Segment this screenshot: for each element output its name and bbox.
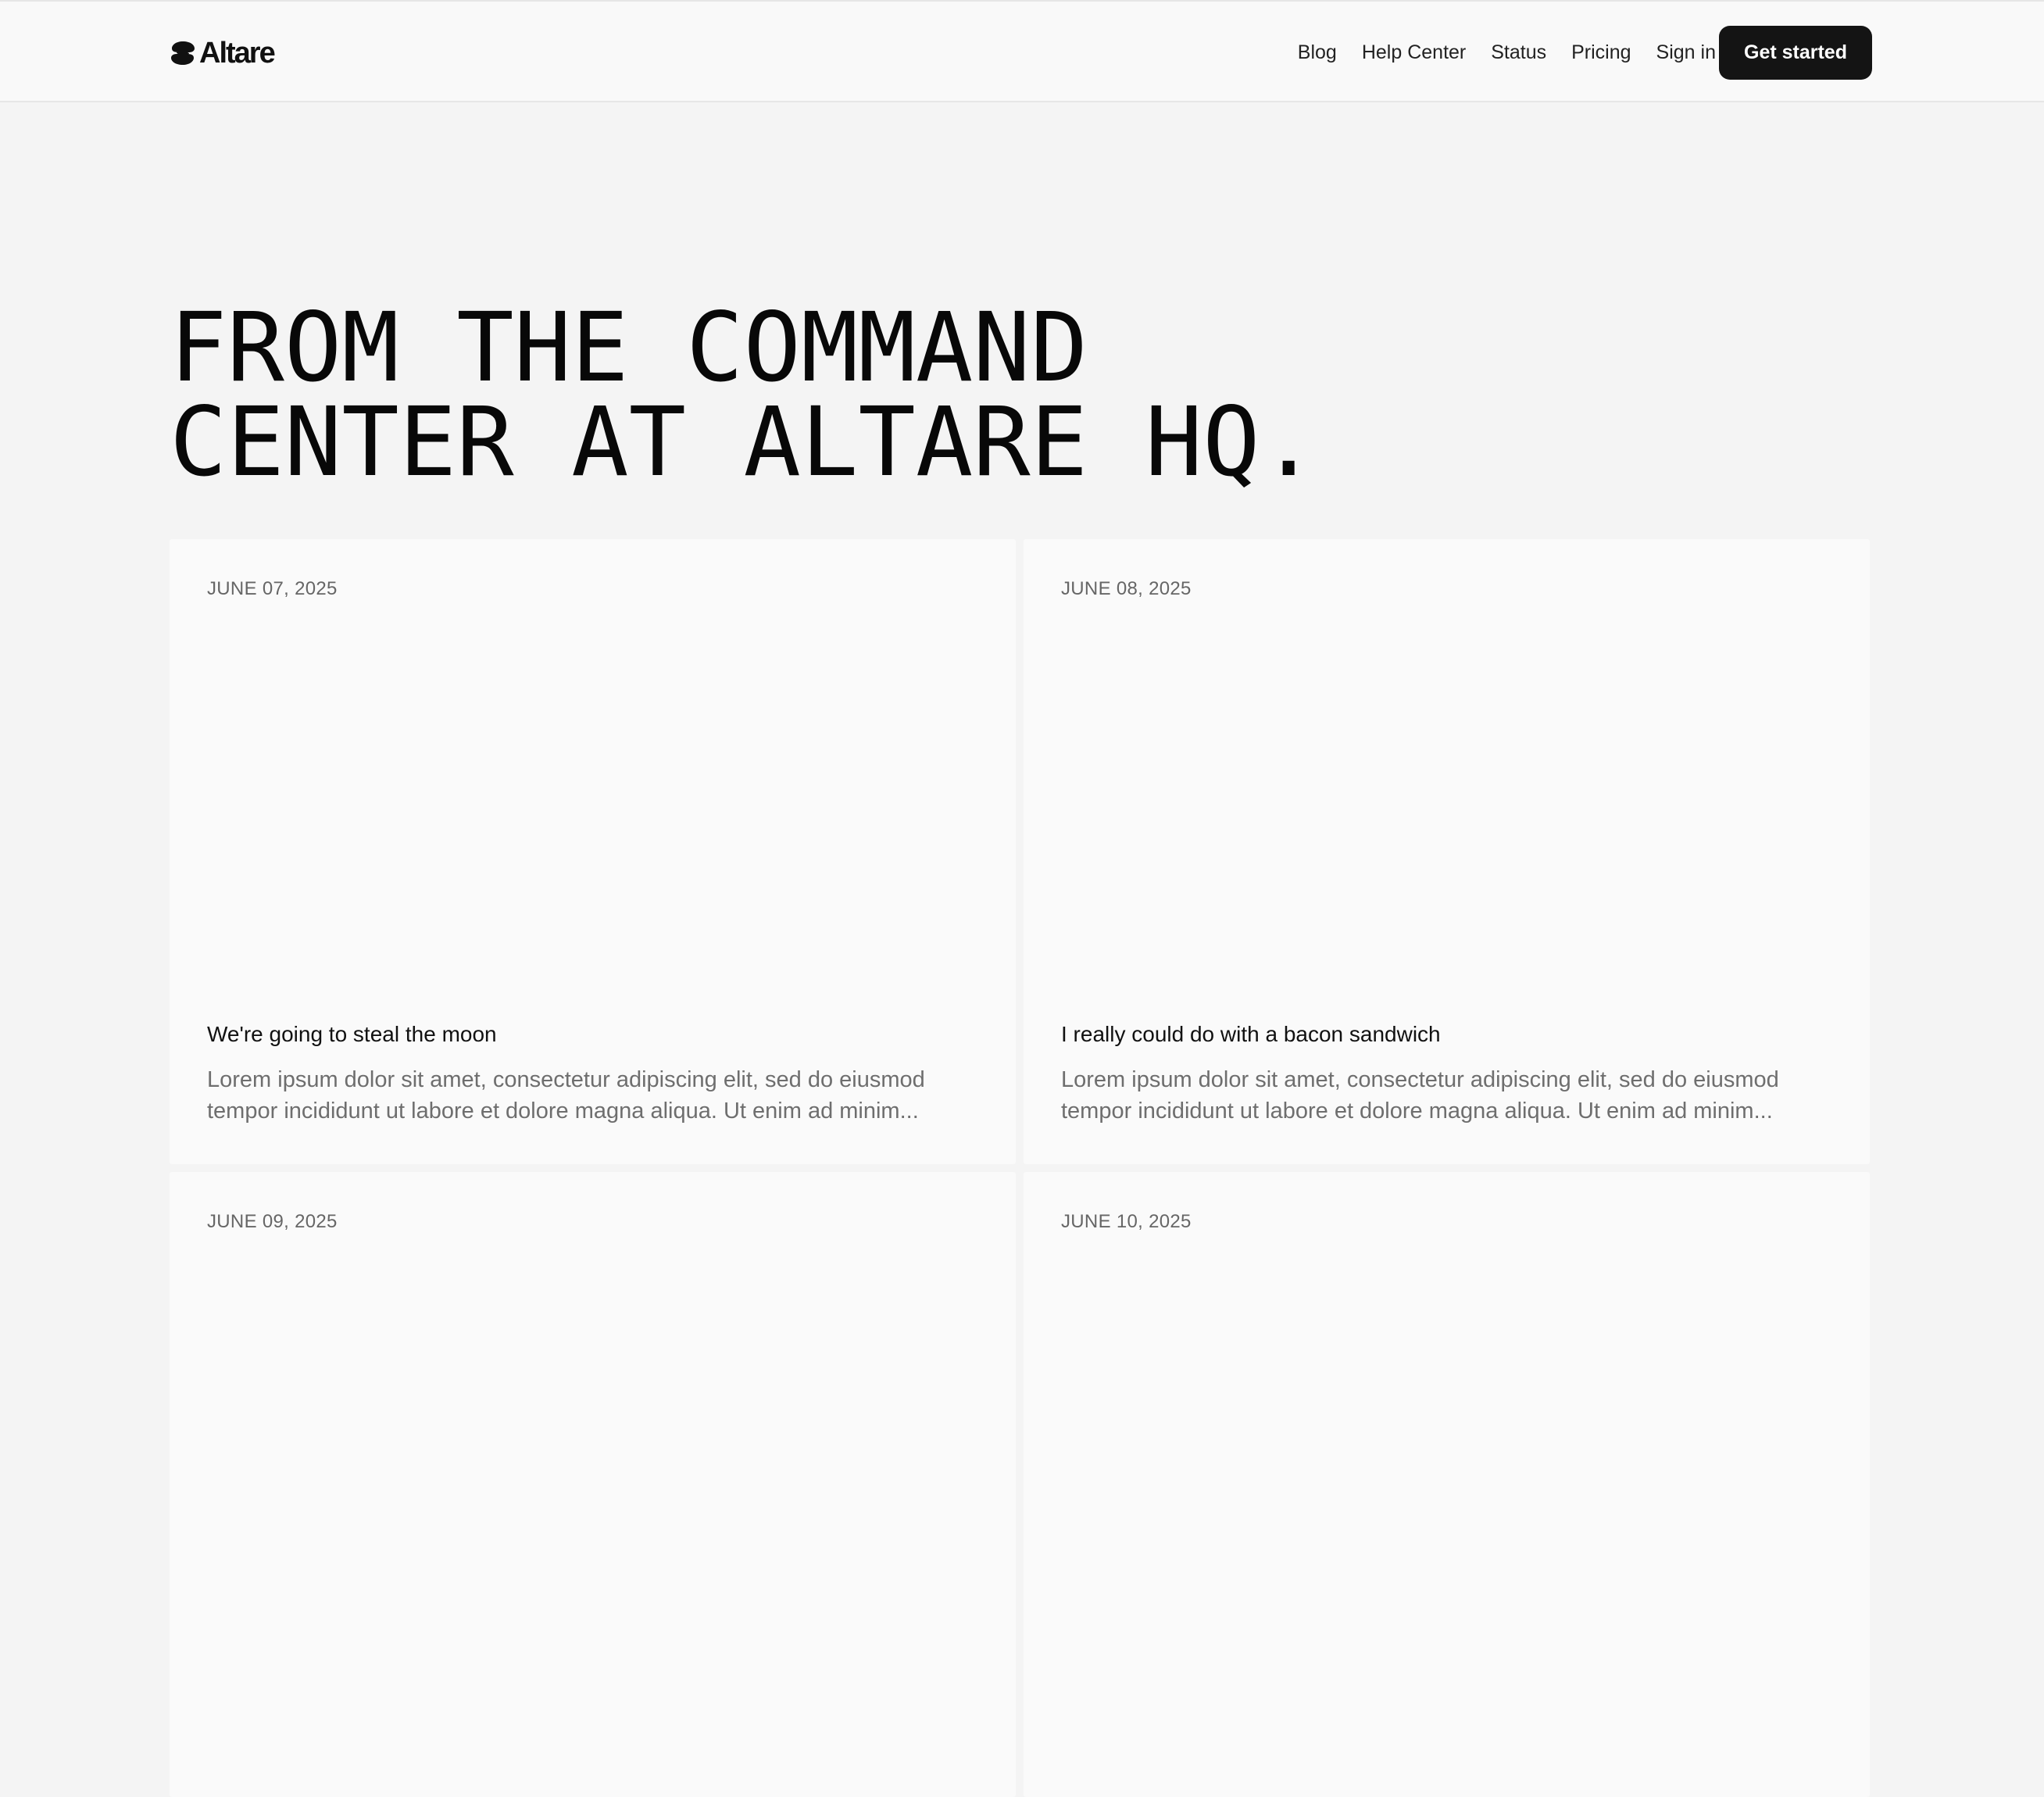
nav-status-link[interactable]: Status: [1491, 41, 1546, 64]
post-excerpt: Lorem ipsum dolor sit amet, consectetur …: [1061, 1067, 1779, 1124]
blog-post-card[interactable]: JUNE 09, 2025: [170, 1172, 1016, 1797]
brand-name: Altare: [199, 37, 276, 70]
blog-post-card[interactable]: JUNE 07, 2025 We're going to steal the m…: [170, 539, 1016, 1164]
page-title-line-2: CENTER AT ALTARE HQ.: [170, 387, 1318, 498]
altare-s-logo-icon: [171, 41, 195, 65]
nav-sign-in-link[interactable]: Sign in: [1656, 41, 1716, 64]
brand-logo[interactable]: Altare: [170, 35, 276, 71]
post-title[interactable]: I really could do with a bacon sandwich: [1061, 1022, 1441, 1047]
site-header: Altare Blog Help Center Status Pricing S…: [0, 0, 2044, 102]
nav-pricing-link[interactable]: Pricing: [1571, 41, 1631, 64]
post-excerpt: Lorem ipsum dolor sit amet, consectetur …: [207, 1067, 925, 1124]
main-nav: Blog Help Center Status Pricing Sign in: [1298, 26, 1716, 79]
get-started-button[interactable]: Get started: [1719, 26, 1872, 80]
page-title: FROM THE COMMAND CENTER AT ALTARE HQ.: [170, 292, 1576, 498]
blog-post-card[interactable]: JUNE 08, 2025 I really could do with a b…: [1024, 539, 1870, 1164]
post-date: JUNE 09, 2025: [207, 1211, 338, 1232]
post-date: JUNE 07, 2025: [207, 578, 338, 599]
post-title[interactable]: We're going to steal the moon: [207, 1022, 497, 1047]
post-date: JUNE 10, 2025: [1061, 1211, 1192, 1232]
nav-blog-link[interactable]: Blog: [1298, 41, 1337, 64]
blog-post-grid: JUNE 07, 2025 We're going to steal the m…: [170, 539, 1871, 1797]
page-title-line-1: FROM THE COMMAND: [170, 292, 1088, 403]
post-date: JUNE 08, 2025: [1061, 578, 1192, 599]
blog-post-card[interactable]: JUNE 10, 2025: [1024, 1172, 1870, 1797]
nav-help-center-link[interactable]: Help Center: [1362, 41, 1466, 64]
